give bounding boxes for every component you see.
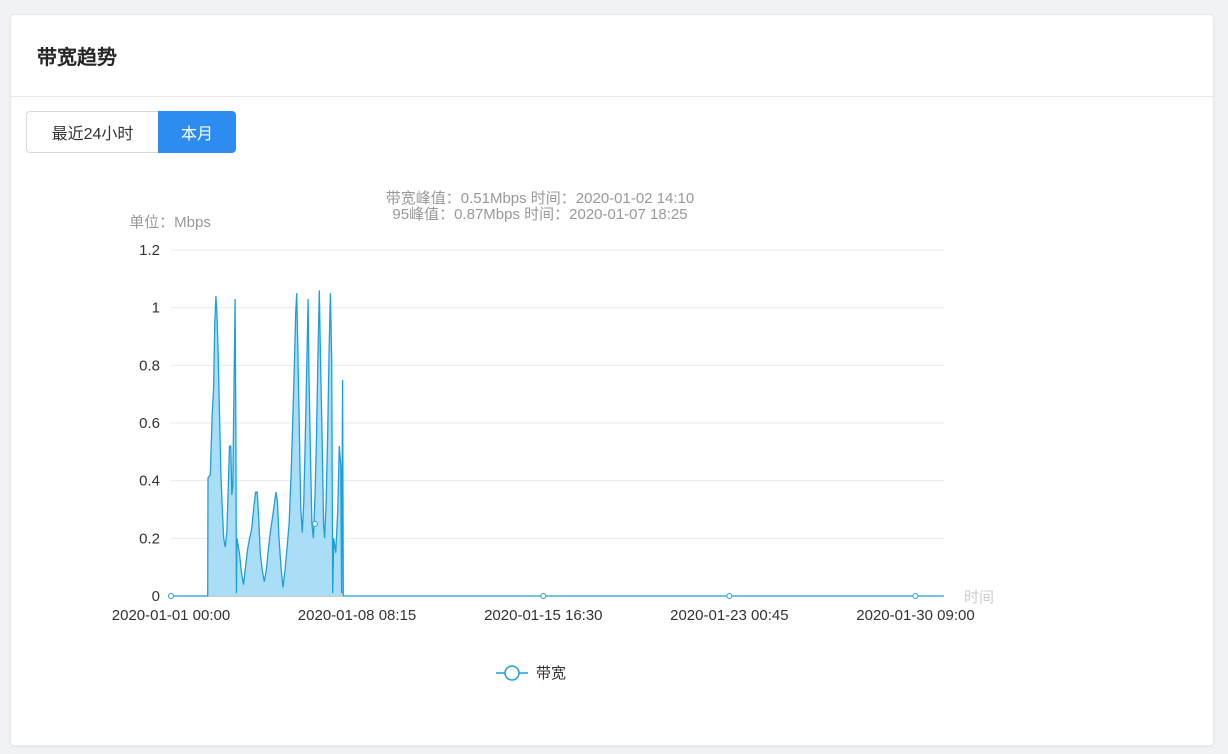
x-axis-label: 时间 bbox=[964, 589, 994, 606]
series-point-marker[interactable] bbox=[912, 593, 919, 599]
chart-legend[interactable]: 带宽 bbox=[494, 662, 566, 683]
x-tick-label: 2020-01-15 16:30 bbox=[484, 607, 602, 624]
bandwidth-chart: 带宽峰值：0.51Mbps 时间：2020-01-02 14:10 95峰值：0… bbox=[112, 190, 994, 624]
y-tick-label: 1.2 bbox=[139, 242, 160, 259]
series-line-bandwidth[interactable] bbox=[171, 290, 944, 597]
x-tick-label: 2020-01-01 00:00 bbox=[112, 607, 230, 624]
y-axis-label: 单位：Mbps bbox=[129, 214, 211, 231]
y-tick-label: 1 bbox=[152, 300, 160, 317]
series-point-marker[interactable] bbox=[540, 593, 547, 599]
x-tick-label: 2020-01-30 09:00 bbox=[856, 607, 974, 624]
y-tick-label: 0.4 bbox=[139, 473, 160, 490]
y-tick-label: 0.8 bbox=[139, 357, 160, 374]
y-tick-label: 0.2 bbox=[139, 530, 160, 547]
x-tick-label: 2020-01-08 08:15 bbox=[298, 607, 416, 624]
legend-label: 带宽 bbox=[536, 665, 567, 682]
y-tick-label: 0.6 bbox=[139, 415, 160, 432]
series-point-marker[interactable] bbox=[168, 593, 174, 599]
series-point-marker[interactable] bbox=[726, 593, 733, 599]
legend-series-icon bbox=[496, 664, 528, 681]
y-tick-label: 0 bbox=[152, 588, 160, 605]
chart-summary-peak: 带宽峰值：0.51Mbps 时间：2020-01-02 14:10 bbox=[386, 190, 694, 207]
chart-summary-95th: 95峰值：0.87Mbps 时间：2020-01-07 18:25 bbox=[392, 206, 687, 223]
series-point-marker[interactable] bbox=[311, 520, 318, 527]
x-tick-label: 2020-01-23 00:45 bbox=[670, 607, 788, 624]
